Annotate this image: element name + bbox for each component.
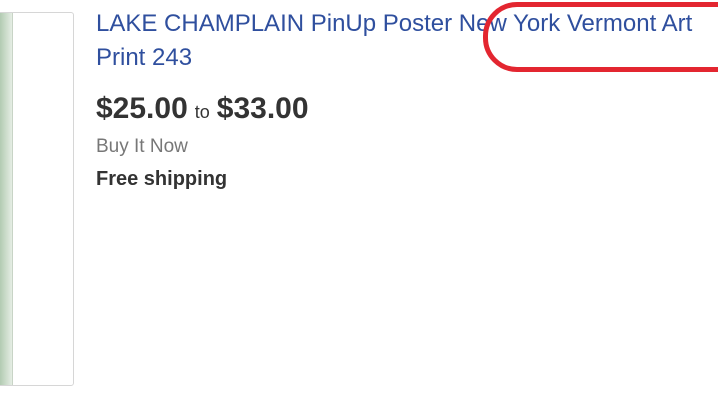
poster-image: [0, 13, 13, 385]
price-range: $25.00 to $33.00: [96, 89, 309, 129]
listing-thumbnail[interactable]: [0, 12, 74, 386]
listing-title-link[interactable]: LAKE CHAMPLAIN PinUp Poster New York Ver…: [96, 7, 718, 75]
price-to: $33.00: [216, 92, 309, 125]
price-separator: to: [194, 102, 210, 122]
shipping-info: Free shipping: [96, 168, 228, 190]
price-from: $25.00: [96, 92, 188, 125]
buy-format: Buy It Now: [96, 136, 188, 157]
